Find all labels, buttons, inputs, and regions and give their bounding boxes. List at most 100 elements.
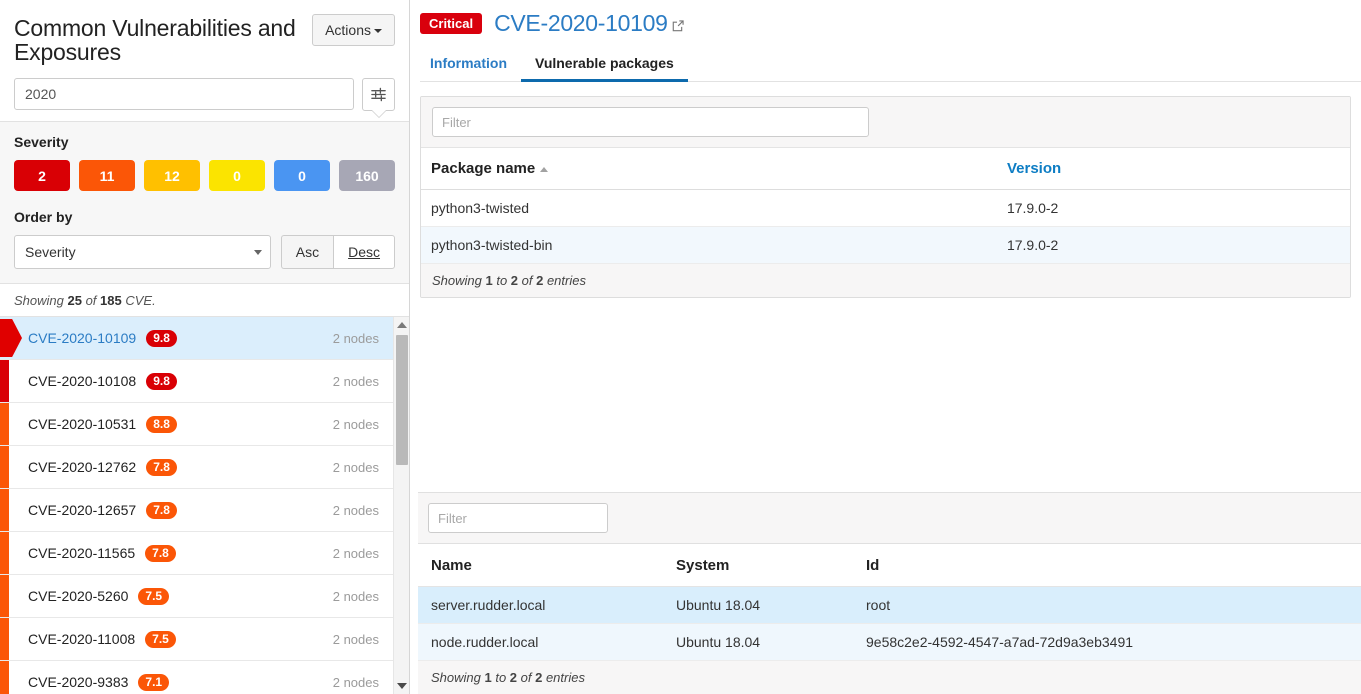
cve-title-wrap: CVE-2020-10109	[494, 10, 685, 37]
nodes-filter-input[interactable]	[428, 503, 608, 533]
cve-list-item[interactable]: CVE-2020-10108 9.8 2 nodes	[0, 360, 393, 403]
cve-list-item[interactable]: CVE-2020-10109 9.8 2 nodes	[0, 317, 393, 360]
node-table-row[interactable]: server.rudder.local Ubuntu 18.04 root	[418, 586, 1361, 624]
cve-list-item[interactable]: CVE-2020-11565 7.8 2 nodes	[0, 532, 393, 575]
nodes-table-header-row: Name System Id	[418, 544, 1361, 587]
cve-list-item[interactable]: CVE-2020-12762 7.8 2 nodes	[0, 446, 393, 489]
tab-vulnerable-packages[interactable]: Vulnerable packages	[521, 55, 688, 82]
node-foot-to: 2	[509, 670, 518, 685]
cve-list-item[interactable]: CVE-2020-12657 7.8 2 nodes	[0, 489, 393, 532]
severity-button-none[interactable]: 0	[274, 160, 330, 191]
filter-toggle-button[interactable]	[362, 78, 395, 118]
scroll-up-arrow[interactable]	[394, 317, 409, 333]
sort-ascending-icon	[540, 166, 549, 172]
severity-label: Severity	[14, 134, 69, 150]
package-version-cell: 17.9.0-2	[996, 189, 1350, 227]
severity-count: 11	[99, 167, 115, 184]
node-foot-prefix: Showing	[431, 670, 485, 685]
node-id-cell: 9e58c2e2-4592-4547-a7ad-72d9a3eb3491	[853, 623, 1361, 661]
external-link-icon	[672, 20, 684, 32]
sort-asc-button[interactable]: Asc	[280, 235, 334, 269]
triangle-down-icon	[397, 683, 407, 689]
cve-list-item[interactable]: CVE-2020-10531 8.8 2 nodes	[0, 403, 393, 446]
pkg-foot-prefix: Showing	[432, 273, 486, 288]
column-header-system[interactable]: System	[663, 544, 853, 587]
severity-color-bar	[0, 446, 9, 488]
scrollbar-thumb[interactable]	[396, 335, 408, 465]
severity-count: 160	[355, 167, 379, 184]
sliders-icon	[371, 87, 386, 102]
node-table-row[interactable]: node.rudder.local Ubuntu 18.04 9e58c2e2-45…	[418, 623, 1361, 661]
severity-color-bar	[0, 661, 9, 694]
severity-color-bar	[0, 489, 9, 531]
column-header-name[interactable]: Name	[418, 544, 663, 587]
cve-node-count: 2 nodes	[332, 330, 379, 346]
nodes-table-wrap: Name System Id server.rudder.local Ubuntu…	[410, 544, 1361, 661]
severity-button-unknown[interactable]: 160	[339, 160, 395, 191]
node-name-cell[interactable]: node.rudder.local	[418, 623, 663, 661]
package-table-row[interactable]: python3-twisted 17.9.0-2	[421, 189, 1350, 227]
cve-item-id[interactable]: CVE-2020-9383	[28, 674, 128, 690]
cve-node-count: 2 nodes	[332, 588, 379, 604]
order-by-select[interactable]: SeverityNameDate	[14, 235, 271, 269]
sort-desc-button[interactable]: Desc	[333, 235, 395, 269]
cve-node-count: 2 nodes	[332, 416, 379, 432]
cve-score-badge: 7.5	[145, 630, 176, 648]
scroll-down-arrow[interactable]	[394, 678, 409, 694]
cve-node-count: 2 nodes	[332, 674, 379, 690]
showing-total: 185	[100, 293, 122, 308]
cve-node-count: 2 nodes	[332, 373, 379, 389]
column-header-package-name[interactable]: Package name	[421, 148, 997, 190]
actions-button[interactable]: Actions	[312, 14, 395, 46]
external-link-button[interactable]	[671, 19, 685, 36]
cve-list-item[interactable]: CVE-2020-11008 7.5 2 nodes	[0, 618, 393, 661]
package-name-cell: python3-twisted-bin	[421, 226, 997, 264]
cve-score-badge: 9.8	[146, 329, 177, 347]
cve-score-badge: 8.8	[146, 415, 177, 433]
actions-button-label: Actions	[325, 22, 371, 38]
tab-information[interactable]: Information	[420, 55, 521, 82]
severity-button-low[interactable]: 0	[209, 160, 265, 191]
cve-item-id[interactable]: CVE-2020-5260	[28, 588, 128, 604]
column-header-version[interactable]: Version	[996, 148, 1350, 190]
cve-item-id[interactable]: CVE-2020-10108	[28, 373, 136, 389]
cve-item-id[interactable]: CVE-2020-11565	[28, 545, 135, 561]
packages-table: Package name Version python3-twisted 17.9…	[421, 148, 1350, 264]
node-foot-mid: to	[491, 670, 510, 685]
sidebar-header: Common Vulnerabilities and Exposures Act…	[0, 0, 409, 121]
cve-item-id[interactable]: CVE-2020-10109	[28, 330, 136, 346]
cve-item-id[interactable]: CVE-2020-12762	[28, 459, 136, 475]
page-title: Common Vulnerabilities and Exposures	[14, 15, 296, 65]
node-name-cell[interactable]: server.rudder.local	[418, 586, 663, 624]
packages-filter-input[interactable]	[432, 107, 869, 137]
cve-item-id[interactable]: CVE-2020-10531	[28, 416, 136, 432]
search-input[interactable]	[14, 78, 354, 110]
cve-list-scrollbar[interactable]	[393, 317, 409, 694]
severity-button-critical[interactable]: 2	[14, 160, 70, 191]
package-version-cell: 17.9.0-2	[996, 226, 1350, 264]
packages-table-body: python3-twisted 17.9.0-2 python3-twisted-b…	[421, 189, 1350, 264]
cve-list-item[interactable]: CVE-2020-5260 7.5 2 nodes	[0, 575, 393, 618]
showing-mid: of	[81, 293, 101, 308]
column-label-package-name: Package name	[431, 160, 536, 177]
nodes-table-footer: Showing 1 to 2 of 2 entries	[418, 661, 1361, 694]
column-header-id[interactable]: Id	[853, 544, 1361, 587]
node-system-cell: Ubuntu 18.04	[663, 623, 853, 661]
cve-item-id[interactable]: CVE-2020-11008	[28, 631, 135, 647]
severity-button-medium[interactable]: 12	[144, 160, 200, 191]
title-row: Common Vulnerabilities and Exposures Act…	[14, 8, 395, 64]
cve-detail-title[interactable]: CVE-2020-10109	[494, 10, 668, 36]
nodes-filter-bar	[418, 492, 1361, 544]
order-by-select-wrap: SeverityNameDate	[14, 235, 271, 269]
severity-button-high[interactable]: 11	[79, 160, 135, 191]
severity-count: 0	[298, 167, 306, 184]
cve-detail-pane: Critical CVE-2020-10109 Information Vulne…	[410, 0, 1361, 694]
cve-item-id[interactable]: CVE-2020-12657	[28, 502, 136, 518]
pkg-foot-mid: to	[492, 273, 511, 288]
cve-count-summary: Showing 25 of 185 CVE.	[0, 284, 409, 317]
packages-table-header-row: Package name Version	[421, 148, 1350, 190]
cve-list: CVE-2020-10109 9.8 2 nodes CVE-2020-10108 9.…	[0, 317, 393, 694]
search-row	[14, 78, 395, 118]
package-table-row[interactable]: python3-twisted-bin 17.9.0-2	[421, 226, 1350, 264]
cve-list-item[interactable]: CVE-2020-9383 7.1 2 nodes	[0, 661, 393, 694]
